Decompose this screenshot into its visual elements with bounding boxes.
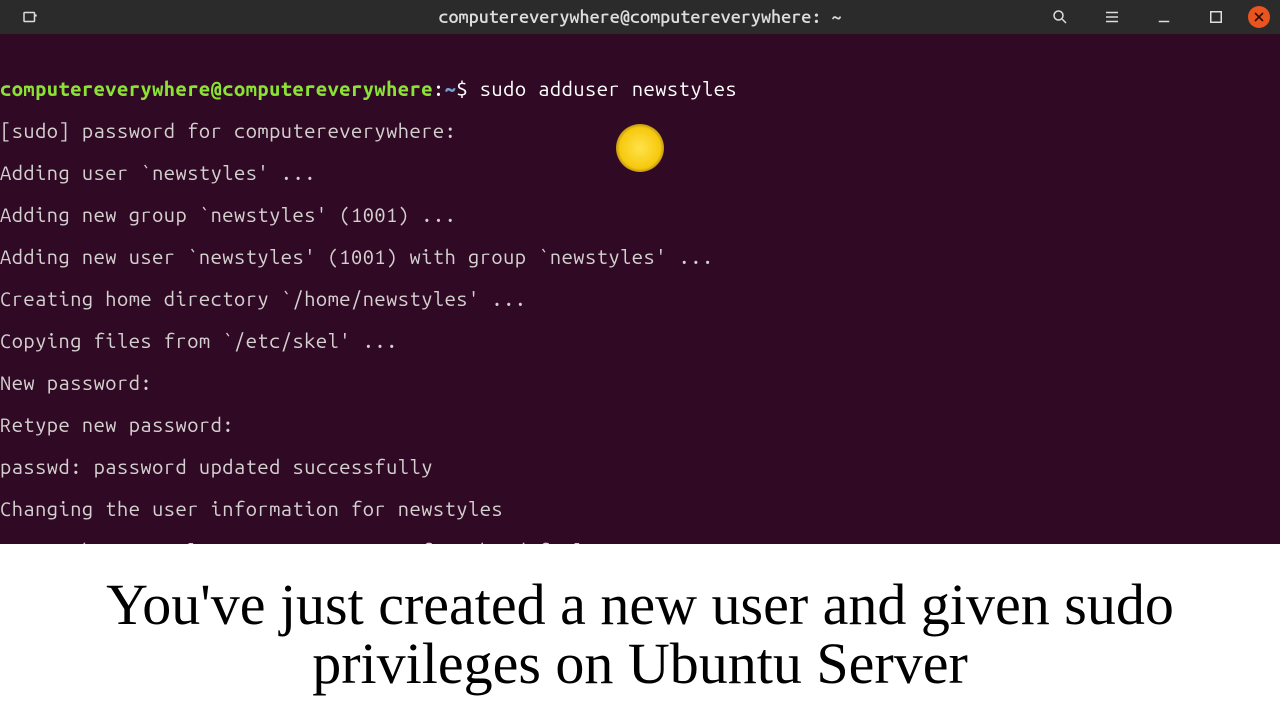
terminal-output: [sudo] password for computereverywhere: [0,120,1280,141]
terminal-output: Retype new password: [0,414,1280,435]
minimize-button[interactable] [1144,3,1184,31]
close-button[interactable] [1248,6,1270,28]
terminal-output: Creating home directory `/home/newstyles… [0,288,1280,309]
command-adduser: sudo adduser newstyles [480,77,737,100]
terminal-output: New password: [0,372,1280,393]
prompt-userhost: computereverywhere@computereverywhere [0,77,433,100]
new-tab-button[interactable] [10,3,50,31]
maximize-button[interactable] [1196,3,1236,31]
terminal-output: Adding new group `newstyles' (1001) ... [0,204,1280,225]
terminal-output: Adding user `newstyles' ... [0,162,1280,183]
caption-text: You've just created a new user and given… [20,575,1260,693]
search-button[interactable] [1040,3,1080,31]
terminal-output: Copying files from `/etc/skel' ... [0,330,1280,351]
prompt-symbol: $ [456,77,468,100]
prompt-path: ~ [445,77,457,100]
titlebar: computereverywhere@computereverywhere: ~ [0,0,1280,34]
hamburger-menu-button[interactable] [1092,3,1132,31]
terminal-output: Enter the new value, or press ENTER for … [0,540,1280,544]
tutorial-caption: You've just created a new user and given… [0,544,1280,720]
terminal-output: passwd: password updated successfully [0,456,1280,477]
terminal-window: computereverywhere@computereverywhere: ~ [0,0,1280,720]
terminal-output: Adding new user `newstyles' (1001) with … [0,246,1280,267]
terminal-area[interactable]: computereverywhere@computereverywhere:~$… [0,34,1280,544]
terminal-output: Changing the user information for newsty… [0,498,1280,519]
